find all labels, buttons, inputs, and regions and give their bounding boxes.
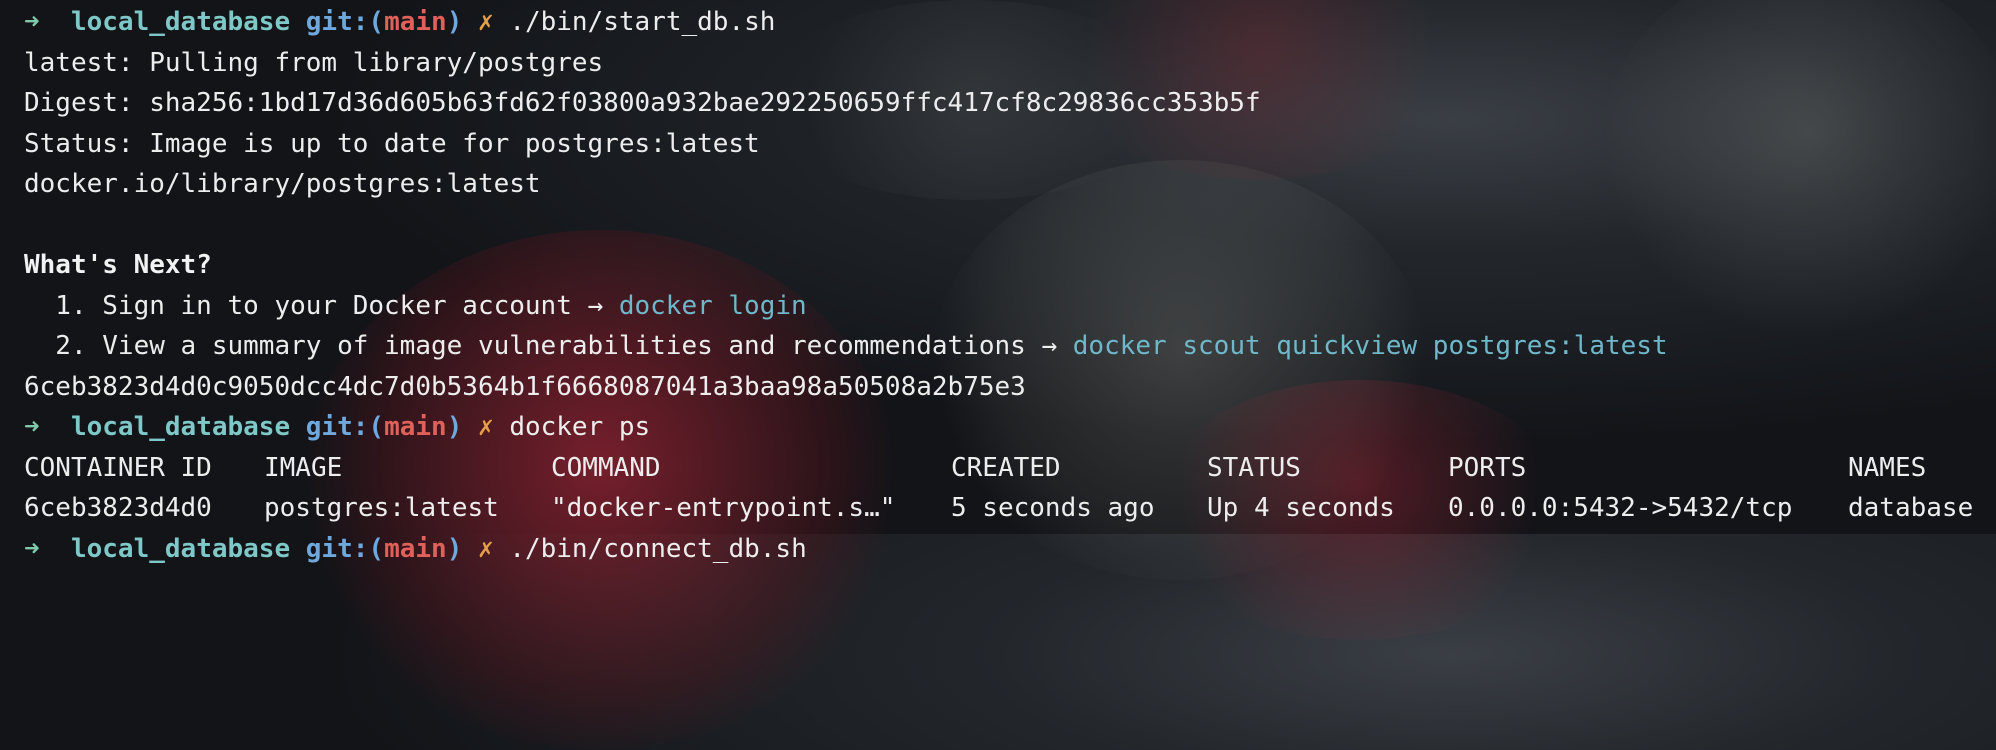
command-text: ./bin/connect_db.sh bbox=[509, 533, 807, 564]
prompt-line-partial: ➜ local_database git:(main) ✗ ./bin/conn… bbox=[24, 529, 1996, 570]
next-item: 2. View a summary of image vulnerabiliti… bbox=[24, 326, 1996, 367]
prompt-git-suffix: ) bbox=[446, 7, 463, 37]
table-cell: "docker-entrypoint.s…" bbox=[551, 493, 896, 523]
prompt-directory: local_database bbox=[70, 7, 291, 37]
output-line: Digest: sha256:1bd17d36d605b63fd62f03800… bbox=[24, 88, 1261, 118]
prompt-directory: local_database bbox=[70, 533, 291, 564]
command-text: ./bin/start_db.sh bbox=[509, 7, 776, 37]
prompt-directory: local_database bbox=[70, 412, 291, 442]
table-header: IMAGE bbox=[264, 452, 343, 483]
next-item-command: docker login bbox=[618, 290, 807, 321]
output-line: Status: Image is up to date for postgres… bbox=[24, 128, 760, 159]
table-cell: 6ceb3823d4d0 bbox=[24, 493, 212, 523]
prompt-branch: main bbox=[384, 412, 447, 442]
table-header: NAMES bbox=[1848, 452, 1927, 483]
table-header-row: CONTAINER ID IMAGE COMMAND CREATED STATUS POR… bbox=[24, 448, 1996, 489]
table-header: STATUS bbox=[1207, 452, 1301, 483]
prompt-line: ➜ local_database git:(main) ✗ ./bin/star… bbox=[24, 2, 1996, 43]
table-row: 6ceb3823d4d0 postgres:latest "docker-entry… bbox=[24, 488, 1996, 529]
next-item-text: 2. View a summary of image vulnerabiliti… bbox=[24, 331, 1073, 361]
command-text: docker ps bbox=[509, 412, 651, 442]
table-cell: 0.0.0.0:5432->5432/tcp bbox=[1448, 493, 1793, 523]
table-header: PORTS bbox=[1448, 452, 1527, 483]
prompt-dirty-icon: ✗ bbox=[478, 412, 494, 442]
table-cell: Up 4 seconds bbox=[1207, 493, 1395, 523]
table-header: CREATED bbox=[951, 452, 1061, 483]
next-item-command: docker scout quickview postgres:latest bbox=[1072, 331, 1668, 361]
prompt-dirty-icon: ✗ bbox=[478, 533, 494, 564]
next-item-text: 1. Sign in to your Docker account → bbox=[24, 290, 619, 321]
prompt-git-prefix: git:( bbox=[305, 533, 385, 564]
prompt-git-prefix: git:( bbox=[305, 412, 385, 442]
table-cell: database bbox=[1848, 493, 1974, 523]
prompt-line: ➜ local_database git:(main) ✗ docker ps bbox=[24, 407, 1996, 448]
next-item: 1. Sign in to your Docker account → dock… bbox=[24, 286, 1996, 327]
prompt-git-suffix: ) bbox=[446, 533, 463, 564]
table-cell: 5 seconds ago bbox=[951, 493, 1155, 523]
prompt-dirty-icon: ✗ bbox=[478, 7, 494, 37]
prompt-branch: main bbox=[384, 533, 447, 564]
output-line: docker.io/library/postgres:latest bbox=[24, 169, 541, 199]
prompt-arrow-icon: ➜ bbox=[24, 7, 40, 37]
table-cell: postgres:latest bbox=[264, 493, 499, 523]
prompt-branch: main bbox=[384, 7, 447, 37]
container-hash: 6ceb3823d4d0c9050dcc4dc7d0b5364b1f666808… bbox=[24, 371, 1026, 402]
table-header: CONTAINER ID bbox=[24, 452, 212, 483]
prompt-git-prefix: git:( bbox=[305, 7, 385, 37]
whats-next-heading: What's Next? bbox=[24, 250, 212, 280]
prompt-arrow-icon: ➜ bbox=[24, 533, 40, 564]
terminal-output[interactable]: ➜ local_database git:(main) ✗ ./bin/star… bbox=[24, 2, 1996, 569]
table-header: COMMAND bbox=[551, 452, 661, 483]
output-line: latest: Pulling from library/postgres bbox=[24, 47, 604, 78]
prompt-arrow-icon: ➜ bbox=[24, 412, 40, 442]
prompt-git-suffix: ) bbox=[446, 412, 463, 442]
